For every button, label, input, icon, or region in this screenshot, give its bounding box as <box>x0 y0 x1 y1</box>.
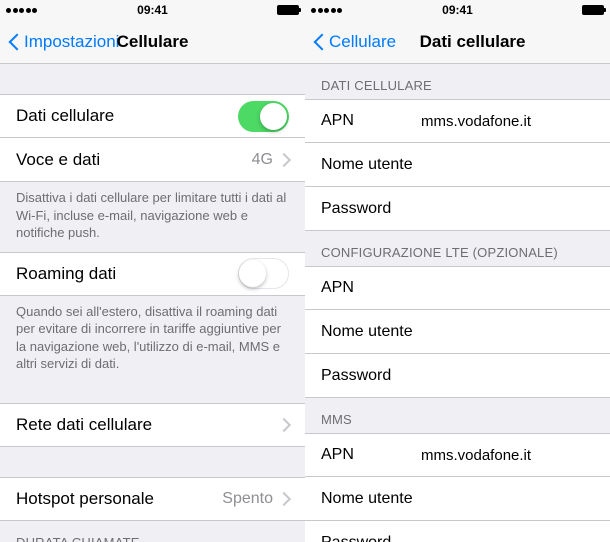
chevron-left-icon <box>8 32 20 52</box>
content: DATI CELLULARE APN mms.vodafone.it Nome … <box>305 64 610 542</box>
password-label: Password <box>321 200 421 218</box>
status-bar: 09:41 <box>305 0 610 20</box>
cellular-data-footer: Disattiva i dati cellulare per limitare … <box>0 182 305 252</box>
battery-icon <box>582 5 604 15</box>
row-mms-username[interactable]: Nome utente <box>305 477 610 521</box>
back-label: Impostazioni <box>24 32 119 52</box>
row-lte-apn[interactable]: APN <box>305 266 610 310</box>
row-apn[interactable]: APN mms.vodafone.it <box>305 99 610 143</box>
chevron-left-icon <box>313 32 325 52</box>
chevron-right-icon <box>281 418 289 431</box>
back-label: Cellulare <box>329 32 396 52</box>
row-lte-password[interactable]: Password <box>305 354 610 398</box>
row-hotspot[interactable]: Hotspot personale Spento <box>0 477 305 521</box>
username-label: Nome utente <box>321 490 421 508</box>
row-voice-data[interactable]: Voce e dati 4G <box>0 138 305 182</box>
back-button[interactable]: Cellulare <box>313 32 396 52</box>
password-label: Password <box>321 367 421 385</box>
call-duration-header: DURATA CHIAMATE <box>0 521 305 542</box>
apn-value[interactable]: mms.vodafone.it <box>421 113 594 130</box>
apn-label: APN <box>321 446 421 464</box>
voice-data-value: 4G <box>252 151 273 169</box>
row-username[interactable]: Nome utente <box>305 143 610 187</box>
screen-cellular: 09:41 Impostazioni Cellulare Dati cellul… <box>0 0 305 542</box>
apn-value[interactable]: mms.vodafone.it <box>421 447 594 464</box>
row-cellular-network[interactable]: Rete dati cellulare <box>0 403 305 447</box>
row-roaming[interactable]: Roaming dati <box>0 252 305 296</box>
row-cellular-data[interactable]: Dati cellulare <box>0 94 305 138</box>
password-label: Password <box>321 534 421 542</box>
row-mms-apn[interactable]: APN mms.vodafone.it <box>305 433 610 477</box>
nav-bar: Cellulare Dati cellulare <box>305 20 610 64</box>
back-button[interactable]: Impostazioni <box>8 32 119 52</box>
battery-icon <box>277 5 299 15</box>
chevron-right-icon <box>281 153 289 166</box>
cellular-data-toggle[interactable] <box>238 101 289 132</box>
chevron-right-icon <box>281 492 289 505</box>
hotspot-value: Spento <box>222 490 273 508</box>
section-header-cellular: DATI CELLULARE <box>305 64 610 99</box>
apn-label: APN <box>321 112 421 130</box>
hotspot-label: Hotspot personale <box>16 489 222 509</box>
status-bar: 09:41 <box>0 0 305 20</box>
signal-icon <box>311 8 342 13</box>
cellular-network-label: Rete dati cellulare <box>16 415 273 435</box>
screen-cellular-data: 09:41 Cellulare Dati cellulare DATI CELL… <box>305 0 610 542</box>
apn-label: APN <box>321 279 421 297</box>
section-header-mms: MMS <box>305 398 610 433</box>
username-label: Nome utente <box>321 156 421 174</box>
username-label: Nome utente <box>321 323 421 341</box>
section-header-lte: CONFIGURAZIONE LTE (OPZIONALE) <box>305 231 610 266</box>
roaming-footer: Quando sei all'estero, disattiva il roam… <box>0 296 305 383</box>
status-time: 09:41 <box>442 3 473 17</box>
row-password[interactable]: Password <box>305 187 610 231</box>
cellular-data-label: Dati cellulare <box>16 106 238 126</box>
status-time: 09:41 <box>137 3 168 17</box>
voice-data-label: Voce e dati <box>16 150 252 170</box>
page-title: Dati cellulare <box>420 32 526 52</box>
row-lte-username[interactable]: Nome utente <box>305 310 610 354</box>
roaming-label: Roaming dati <box>16 264 238 284</box>
roaming-toggle[interactable] <box>238 258 289 289</box>
page-title: Cellulare <box>117 32 189 52</box>
nav-bar: Impostazioni Cellulare <box>0 20 305 64</box>
signal-icon <box>6 8 37 13</box>
content: Dati cellulare Voce e dati 4G Disattiva … <box>0 64 305 542</box>
row-mms-password[interactable]: Password <box>305 521 610 542</box>
